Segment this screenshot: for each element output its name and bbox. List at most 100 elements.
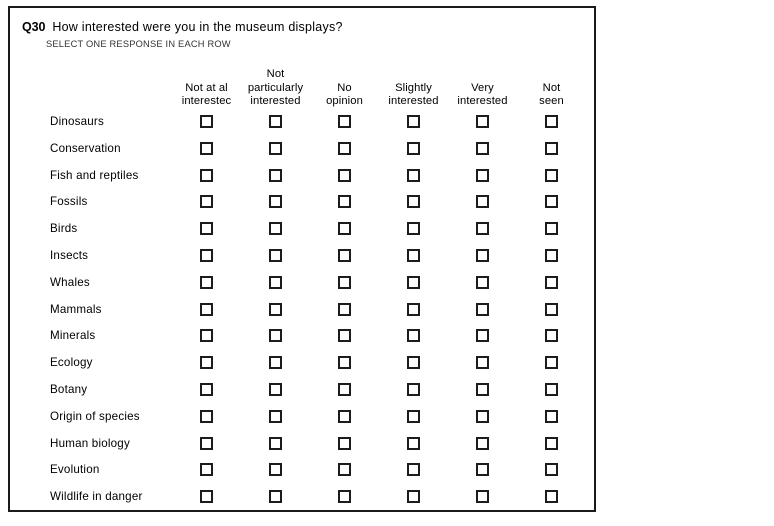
checkbox[interactable]: [269, 356, 282, 370]
row-label: Ecology: [50, 356, 93, 370]
checkbox[interactable]: [338, 141, 351, 155]
checkbox[interactable]: [545, 115, 558, 128]
checkbox[interactable]: [338, 463, 351, 477]
checkbox[interactable]: [476, 436, 489, 450]
checkbox[interactable]: [545, 168, 558, 182]
checkbox[interactable]: [200, 382, 213, 396]
column-header-row: Not at al interestec Not particularly intere…: [10, 60, 594, 108]
checkbox[interactable]: [269, 490, 282, 504]
checkbox[interactable]: [338, 409, 351, 423]
checkbox[interactable]: [545, 490, 558, 504]
checkbox[interactable]: [269, 222, 282, 236]
checkbox[interactable]: [200, 141, 213, 155]
checkbox[interactable]: [545, 302, 558, 316]
checkbox[interactable]: [269, 463, 282, 477]
checkbox[interactable]: [476, 168, 489, 182]
checkbox[interactable]: [476, 248, 489, 262]
checkbox[interactable]: [200, 490, 213, 504]
checkbox[interactable]: [338, 248, 351, 262]
checkbox[interactable]: [338, 222, 351, 236]
checkbox[interactable]: [545, 436, 558, 450]
checkbox[interactable]: [545, 329, 558, 343]
checkbox[interactable]: [269, 248, 282, 262]
checkbox[interactable]: [545, 382, 558, 396]
checkbox[interactable]: [269, 195, 282, 209]
checkbox[interactable]: [545, 409, 558, 423]
checkbox[interactable]: [338, 302, 351, 316]
checkbox[interactable]: [476, 356, 489, 370]
checkbox[interactable]: [269, 409, 282, 423]
checkbox[interactable]: [338, 168, 351, 182]
checkbox[interactable]: [338, 275, 351, 289]
checkbox[interactable]: [407, 329, 420, 343]
checkbox[interactable]: [338, 436, 351, 450]
checkbox[interactable]: [407, 115, 420, 128]
checkbox[interactable]: [476, 222, 489, 236]
checkbox[interactable]: [407, 275, 420, 289]
checkbox[interactable]: [269, 115, 282, 128]
table-row: Fish and reptiles: [10, 166, 594, 193]
checkbox[interactable]: [338, 195, 351, 209]
checkbox[interactable]: [200, 356, 213, 370]
checkbox[interactable]: [407, 195, 420, 209]
checkbox[interactable]: [476, 275, 489, 289]
question-number: Q30: [22, 20, 46, 34]
checkbox[interactable]: [545, 248, 558, 262]
checkbox[interactable]: [269, 168, 282, 182]
checkbox[interactable]: [407, 409, 420, 423]
table-row: Ecology: [10, 353, 594, 380]
checkbox[interactable]: [200, 195, 213, 209]
checkbox[interactable]: [200, 168, 213, 182]
checkbox[interactable]: [407, 463, 420, 477]
checkbox[interactable]: [476, 329, 489, 343]
checkbox[interactable]: [269, 329, 282, 343]
column-header-3: No opinion: [308, 82, 382, 108]
checkbox[interactable]: [269, 382, 282, 396]
checkbox[interactable]: [545, 275, 558, 289]
checkbox[interactable]: [545, 356, 558, 370]
checkbox[interactable]: [200, 329, 213, 343]
checkbox[interactable]: [407, 356, 420, 370]
checkbox[interactable]: [338, 490, 351, 504]
row-label: Conservation: [50, 141, 121, 155]
checkbox[interactable]: [269, 302, 282, 316]
table-row: Origin of species: [10, 407, 594, 434]
checkbox[interactable]: [269, 436, 282, 450]
checkbox[interactable]: [338, 329, 351, 343]
checkbox[interactable]: [407, 141, 420, 155]
checkbox[interactable]: [476, 409, 489, 423]
checkbox[interactable]: [545, 463, 558, 477]
checkbox[interactable]: [476, 302, 489, 316]
checkbox[interactable]: [476, 490, 489, 504]
checkbox[interactable]: [338, 356, 351, 370]
checkbox[interactable]: [476, 463, 489, 477]
checkbox[interactable]: [407, 222, 420, 236]
checkbox[interactable]: [200, 463, 213, 477]
checkbox[interactable]: [476, 115, 489, 128]
checkbox[interactable]: [545, 141, 558, 155]
checkbox[interactable]: [407, 436, 420, 450]
checkbox[interactable]: [200, 248, 213, 262]
checkbox[interactable]: [338, 115, 351, 128]
checkbox[interactable]: [407, 382, 420, 396]
checkbox[interactable]: [545, 195, 558, 209]
checkbox[interactable]: [200, 275, 213, 289]
checkbox[interactable]: [407, 248, 420, 262]
checkbox[interactable]: [407, 302, 420, 316]
checkbox[interactable]: [200, 302, 213, 316]
checkbox[interactable]: [200, 409, 213, 423]
checkbox[interactable]: [407, 168, 420, 182]
checkbox[interactable]: [200, 115, 213, 128]
checkbox[interactable]: [269, 141, 282, 155]
column-header-line: opinion: [326, 94, 363, 107]
checkbox[interactable]: [476, 382, 489, 396]
table-row: Mammals: [10, 300, 594, 327]
checkbox[interactable]: [476, 195, 489, 209]
checkbox[interactable]: [200, 222, 213, 236]
checkbox[interactable]: [338, 382, 351, 396]
checkbox[interactable]: [407, 490, 420, 504]
checkbox[interactable]: [545, 222, 558, 236]
checkbox[interactable]: [476, 141, 489, 155]
checkbox[interactable]: [269, 275, 282, 289]
checkbox[interactable]: [200, 436, 213, 450]
